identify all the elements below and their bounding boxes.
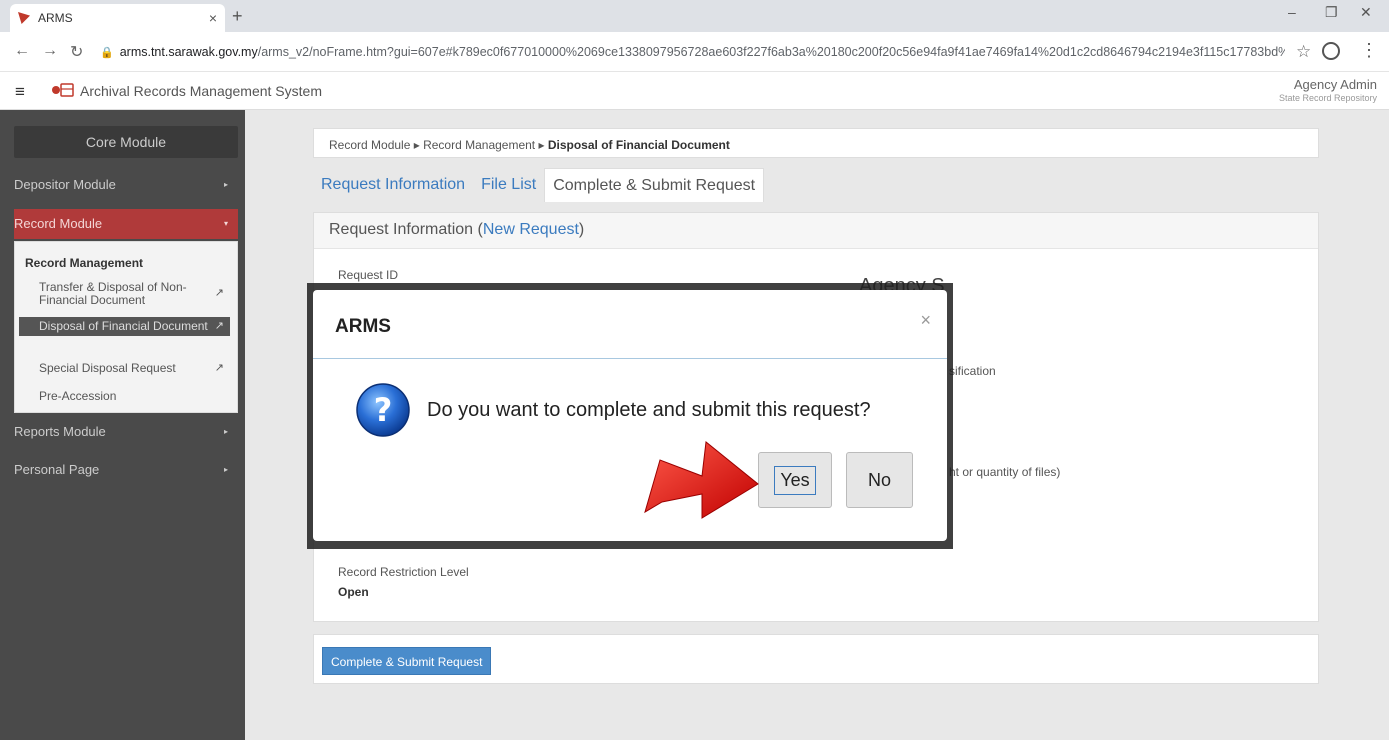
bookmark-star-icon[interactable]: ☆ [1296, 42, 1311, 62]
new-tab-button[interactable]: + [232, 6, 243, 27]
panel-title-text: Request Information ( [329, 221, 483, 238]
hamburger-menu-icon[interactable]: ≡ [15, 82, 25, 102]
external-link-icon: ↗ [214, 319, 224, 332]
app-header: ≡ Archival Records Management System Age… [0, 72, 1389, 110]
sidebar-item-label: Personal Page [14, 462, 100, 477]
chevron-right-icon: ▸ [223, 427, 228, 436]
complete-submit-button[interactable]: Complete & Submit Request [322, 647, 492, 675]
sidebar: Core Module Depositor Module ▸ Record Mo… [0, 110, 245, 740]
external-link-icon: ↗ [214, 287, 224, 299]
restriction-level-value: Open [338, 585, 369, 599]
breadcrumb: Record Module ▸ Record Management ▸ Disp… [313, 128, 1319, 158]
url-path: /arms_v2/noFrame.htm?gui=607e#k789ec0f67… [257, 45, 1285, 59]
dialog-title: ARMS [335, 316, 391, 337]
no-button[interactable]: No [846, 452, 913, 508]
panel-title: Request Information (New Request) [314, 213, 1318, 249]
request-id-label: Request ID [338, 268, 399, 282]
address-bar: ← → ↻ 🔒 arms.tnt.sarawak.gov.my /arms_v2… [0, 32, 1389, 72]
sidebar-item-label: Record Module [14, 216, 103, 231]
app-title: Archival Records Management System [80, 83, 322, 99]
submenu-item-special-disposal[interactable]: Special Disposal Request ↗ [19, 359, 230, 378]
close-icon[interactable]: × [920, 310, 931, 331]
yes-button-label: Yes [774, 465, 816, 495]
minimize-button[interactable]: – [1288, 4, 1296, 20]
tab-request-information[interactable]: Request Information [313, 168, 473, 202]
submenu-item-label: Special Disposal Request [39, 361, 176, 375]
submenu-item-transfer-disposal[interactable]: Transfer & Disposal of Non-Financial Doc… [19, 278, 230, 310]
back-icon[interactable]: ← [14, 42, 30, 60]
breadcrumb-record-module[interactable]: Record Module [329, 138, 410, 152]
submenu-item-financial-disposal[interactable]: Disposal of Financial Document ↗ [19, 317, 230, 336]
breadcrumb-separator-icon: ▸ [413, 138, 424, 152]
user-name[interactable]: Agency Admin [1294, 77, 1377, 92]
question-icon: ? [356, 383, 410, 437]
page-tabs: Request Information File List Complete &… [313, 168, 765, 202]
sidebar-item-record[interactable]: Record Module ▾ [14, 209, 238, 239]
tab-close-icon[interactable]: × [209, 10, 217, 26]
favicon-icon [18, 12, 30, 24]
lock-icon: 🔒 [100, 46, 114, 59]
forward-icon[interactable]: → [42, 42, 58, 60]
record-submenu: Record Management Transfer & Disposal of… [14, 241, 238, 413]
svg-text:?: ? [374, 391, 393, 429]
external-link-icon: ↗ [214, 361, 224, 374]
tab-title: ARMS [38, 11, 73, 25]
quantity-partial-text: ht or quantity of files) [949, 465, 1061, 479]
submenu-item-pre-accession[interactable]: Pre-Accession [19, 387, 230, 406]
dialog-divider [313, 358, 947, 359]
classification-partial-text: sification [949, 364, 996, 378]
browser-tab-bar: ARMS × + – ❐ ✕ [0, 0, 1389, 32]
close-window-button[interactable]: ✕ [1360, 4, 1372, 21]
tab-complete-submit[interactable]: Complete & Submit Request [544, 168, 765, 202]
red-arrow-icon [644, 441, 759, 519]
submenu-heading: Record Management [25, 256, 144, 270]
chevron-right-icon: ▸ [223, 180, 228, 189]
browser-tab[interactable]: ARMS × [10, 4, 225, 32]
sidebar-item-personal[interactable]: Personal Page ▸ [14, 455, 238, 485]
breadcrumb-record-management[interactable]: Record Management [423, 138, 535, 152]
submenu-item-label: Pre-Accession [39, 389, 117, 403]
reload-icon[interactable]: ↻ [70, 42, 83, 62]
chevron-right-icon: ▸ [223, 465, 228, 474]
confirm-dialog: ARMS × ? Do you want to complete and sub… [313, 290, 947, 541]
dialog-message: Do you want to complete and submit this … [427, 399, 871, 421]
url-host: arms.tnt.sarawak.gov.my [119, 45, 258, 59]
url-field[interactable]: 🔒 arms.tnt.sarawak.gov.my /arms_v2/noFra… [100, 38, 1285, 66]
profile-icon[interactable] [1322, 42, 1340, 60]
sidebar-item-depositor[interactable]: Depositor Module ▸ [14, 170, 238, 200]
submit-section: Complete & Submit Request [313, 634, 1319, 684]
submenu-item-label: Disposal of Financial Document [39, 319, 208, 333]
sidebar-core-module[interactable]: Core Module [14, 126, 238, 158]
sidebar-item-label: Depositor Module [14, 177, 116, 192]
sidebar-item-reports[interactable]: Reports Module ▸ [14, 417, 238, 447]
user-role: State Record Repository [1278, 93, 1377, 103]
tab-file-list[interactable]: File List [473, 168, 544, 202]
restriction-level-label: Record Restriction Level [338, 565, 469, 579]
new-request-link[interactable]: New Request [483, 221, 579, 238]
panel-title-end: ) [578, 221, 585, 238]
maximize-button[interactable]: ❐ [1325, 4, 1338, 21]
menu-kebab-icon[interactable]: ⋮ [1360, 40, 1378, 61]
breadcrumb-separator-icon: ▸ [538, 138, 548, 152]
submenu-item-label: Transfer & Disposal of Non-Financial Doc… [39, 280, 187, 307]
breadcrumb-current: Disposal of Financial Document [547, 138, 730, 152]
app-logo-icon [52, 83, 74, 97]
sidebar-item-label: Reports Module [14, 424, 106, 439]
chevron-down-icon: ▾ [223, 219, 228, 228]
